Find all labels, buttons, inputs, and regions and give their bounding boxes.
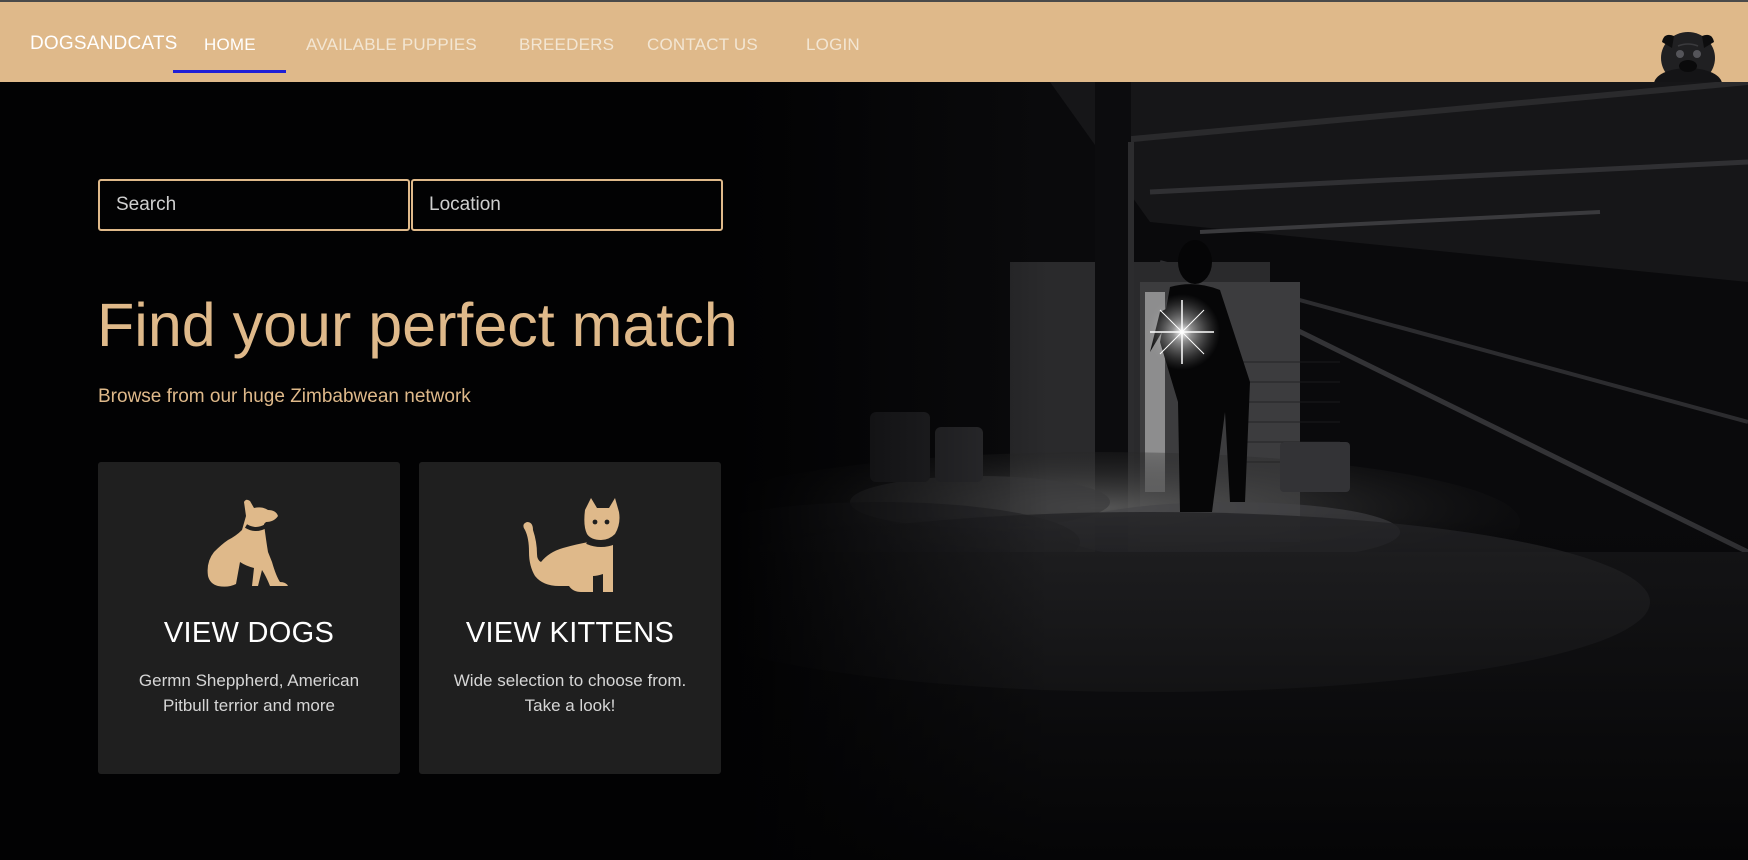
view-dogs-card[interactable]: VIEW DOGS Germn Sheppherd, American Pitb… (98, 462, 400, 774)
nav-link-available-puppies[interactable]: AVAILABLE PUPPIES (306, 35, 477, 55)
hero-subheadline: Browse from our huge Zimbabwean network (98, 386, 471, 407)
brand-logo-text[interactable]: DOGSANDCATS (30, 33, 178, 55)
location-input[interactable] (411, 179, 723, 231)
active-tab-indicator (173, 70, 286, 73)
search-input[interactable] (98, 179, 410, 231)
nav-link-breeders[interactable]: BREEDERS (519, 35, 614, 55)
nav-link-home[interactable]: HOME (204, 35, 256, 55)
dog-icon (207, 499, 288, 587)
view-kittens-description: Wide selection to choose from. Take a lo… (453, 671, 687, 715)
top-navbar: DOGSANDCATS HOME AVAILABLE PUPPIES BREED… (0, 2, 1748, 84)
hero-headline: Find your perfect match (97, 291, 738, 359)
view-dogs-title: VIEW DOGS (163, 617, 335, 649)
pug-avatar-image[interactable] (1650, 24, 1724, 84)
cat-icon (523, 498, 620, 592)
view-kittens-title: VIEW KITTENS (465, 617, 675, 649)
nav-link-contact-us[interactable]: CONTACT US (647, 35, 758, 55)
hero-section: Find your perfect match Browse from our … (0, 82, 1748, 860)
view-kittens-card[interactable]: VIEW KITTENS Wide selection to choose fr… (419, 462, 721, 774)
nav-link-login[interactable]: LOGIN (806, 35, 860, 55)
view-dogs-description: Germn Sheppherd, American Pitbull terrio… (138, 671, 360, 715)
